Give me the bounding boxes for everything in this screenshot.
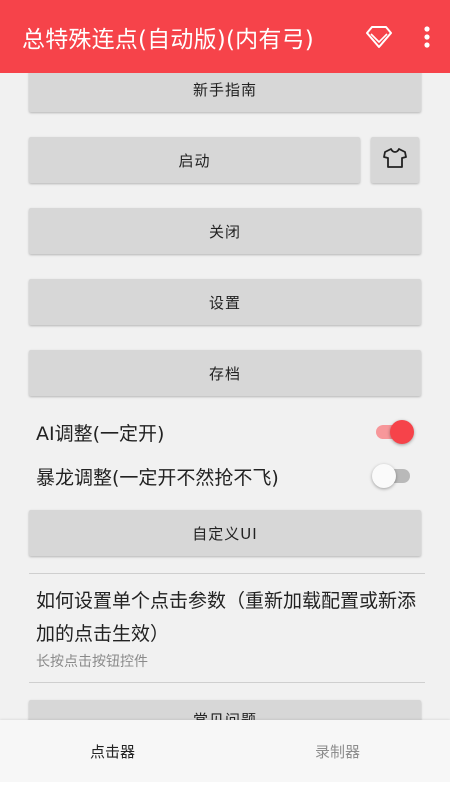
faq-button[interactable]: 常见问题 xyxy=(29,700,421,720)
guide-button[interactable]: 新手指南 xyxy=(29,73,421,112)
app-title: 总特殊连点(自动版)(内有弓) xyxy=(22,26,314,53)
archive-button[interactable]: 存档 xyxy=(29,350,421,396)
trex-adjust-switch[interactable] xyxy=(372,464,416,488)
skin-button[interactable] xyxy=(371,137,419,183)
switch-thumb xyxy=(372,464,396,488)
bottom-strip xyxy=(0,782,450,800)
tab-recorder[interactable]: 录制器 xyxy=(225,720,450,782)
bottom-nav: 点击器 录制器 xyxy=(0,720,450,782)
help-title[interactable]: 如何设置单个点击参数（重新加载配置或新添加的点击生效） xyxy=(36,585,426,651)
ai-adjust-row: AI调整(一定开) xyxy=(36,414,416,450)
tab-clicker[interactable]: 点击器 xyxy=(0,720,225,782)
trex-adjust-row: 暴龙调整(一定开不然抢不飞) xyxy=(36,458,416,494)
start-button[interactable]: 启动 xyxy=(29,137,360,183)
custom-ui-button[interactable]: 自定义UI xyxy=(29,510,421,556)
help-subtitle: 长按点击按钮控件 xyxy=(36,654,148,670)
switch-thumb xyxy=(390,420,414,444)
main-content: 新手指南 启动 关闭 设置 存档 AI调整(一定开) 暴龙调整(一定开不然抢不飞… xyxy=(0,73,450,720)
diamond-icon[interactable] xyxy=(364,22,394,52)
app-bar: 总特殊连点(自动版)(内有弓) xyxy=(0,0,450,73)
overflow-menu-icon[interactable] xyxy=(420,22,434,52)
trex-adjust-label: 暴龙调整(一定开不然抢不飞) xyxy=(36,466,279,489)
faq-button-label: 常见问题 xyxy=(192,711,257,720)
ai-adjust-label: AI调整(一定开) xyxy=(36,422,165,445)
ai-adjust-switch[interactable] xyxy=(372,420,416,444)
settings-button[interactable]: 设置 xyxy=(29,279,421,325)
divider xyxy=(29,682,425,683)
divider xyxy=(29,573,425,574)
shirt-icon xyxy=(383,148,407,172)
close-button[interactable]: 关闭 xyxy=(29,208,421,254)
